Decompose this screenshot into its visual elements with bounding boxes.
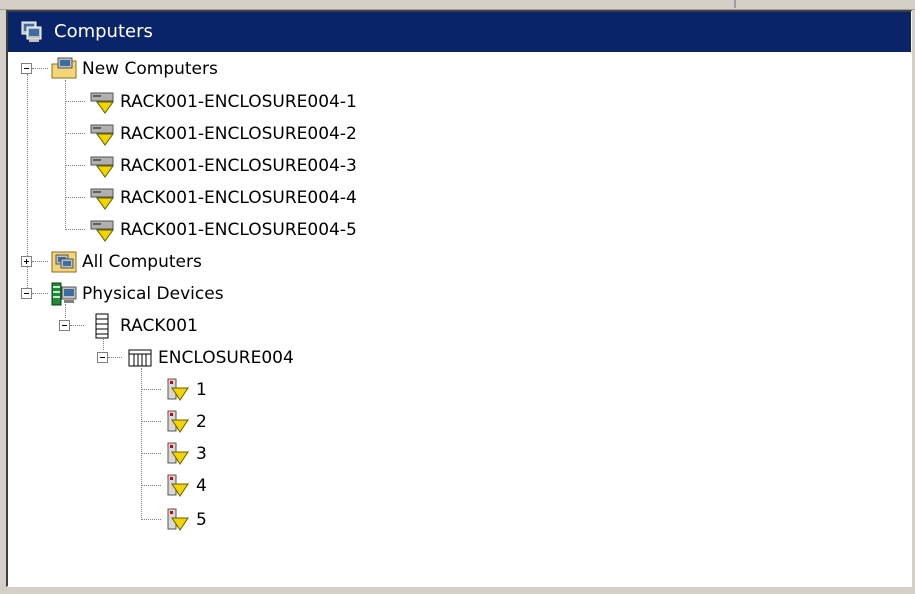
computer-warning-icon xyxy=(88,217,116,243)
tree-node-computer[interactable]: RACK001-ENCLOSURE004-5 xyxy=(88,216,357,244)
tree-line xyxy=(65,165,85,166)
panel-title: Computers xyxy=(54,21,153,42)
rack-icon xyxy=(88,313,116,339)
tree-line xyxy=(65,101,85,102)
tree-line xyxy=(32,68,48,69)
tree-node-enclosure[interactable]: ENCLOSURE004 xyxy=(126,344,294,372)
tree-line xyxy=(32,293,48,294)
collapse-enclosure-toggle[interactable] xyxy=(97,352,108,363)
tree-line-new-computers xyxy=(65,80,66,230)
tree-node-rack[interactable]: RACK001 xyxy=(88,312,198,340)
blade-warning-icon xyxy=(164,377,192,403)
tree-node-bay[interactable]: 4 xyxy=(164,472,207,500)
top-splitter-strip xyxy=(0,0,915,10)
tree-line xyxy=(70,325,84,326)
tree-node-new-computers[interactable]: New Computers xyxy=(50,55,218,83)
tree-line xyxy=(65,133,85,134)
physical-devices-icon xyxy=(50,281,78,307)
blade-warning-icon xyxy=(164,507,192,533)
computer-warning-icon xyxy=(88,89,116,115)
tree-node-computer[interactable]: RACK001-ENCLOSURE004-4 xyxy=(88,184,357,212)
bottom-strip xyxy=(0,587,915,594)
blade-warning-icon xyxy=(164,441,192,467)
collapse-physical-devices-toggle[interactable] xyxy=(21,288,32,299)
computers-tree-panel: Computers New Computers RACK001-ENCLOSUR… xyxy=(6,10,912,587)
tree-node-computer[interactable]: RACK001-ENCLOSURE004-3 xyxy=(88,152,357,180)
blade-warning-icon xyxy=(164,409,192,435)
computer-warning-icon xyxy=(88,121,116,147)
tree-line xyxy=(141,421,161,422)
tree-line xyxy=(141,453,161,454)
tree-line xyxy=(141,519,161,520)
computer-warning-icon xyxy=(88,185,116,211)
tree-node-bay[interactable]: 5 xyxy=(164,506,207,534)
tree-node-computer[interactable]: RACK001-ENCLOSURE004-2 xyxy=(88,120,357,148)
tree-node-bay[interactable]: 2 xyxy=(164,408,207,436)
tree-line xyxy=(65,197,85,198)
tree-node-bay[interactable]: 1 xyxy=(164,376,207,404)
new-computers-folder-icon xyxy=(50,56,78,82)
tree-node-physical-devices[interactable]: Physical Devices xyxy=(50,280,224,308)
all-computers-icon xyxy=(50,249,78,275)
collapse-rack-toggle[interactable] xyxy=(59,320,70,331)
splitter-notch xyxy=(734,0,736,8)
tree-line xyxy=(108,357,122,358)
panel-header: Computers xyxy=(8,12,911,52)
tree-line xyxy=(141,485,161,486)
tree-line xyxy=(65,229,85,230)
tree-line xyxy=(141,389,161,390)
tree-node-bay[interactable]: 3 xyxy=(164,440,207,468)
expand-all-computers-toggle[interactable] xyxy=(21,256,32,267)
collapse-new-computers-toggle[interactable] xyxy=(21,63,32,74)
computer-warning-icon xyxy=(88,153,116,179)
blade-warning-icon xyxy=(164,473,192,499)
tree-line-enclosure xyxy=(141,368,142,520)
enclosure-icon xyxy=(126,345,154,371)
computers-group-icon xyxy=(20,20,44,44)
tree-line xyxy=(32,261,48,262)
tree-node-all-computers[interactable]: All Computers xyxy=(50,248,202,276)
tree-node-computer[interactable]: RACK001-ENCLOSURE004-1 xyxy=(88,88,357,116)
